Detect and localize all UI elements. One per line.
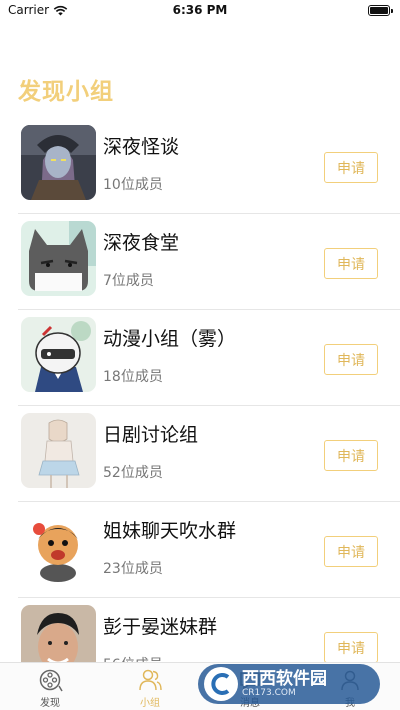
apply-button[interactable]: 申请 xyxy=(324,440,378,471)
member-count: 18位成员 xyxy=(103,369,163,385)
group-name: 姐妹聊天吹水群 xyxy=(103,520,237,542)
list-item[interactable]: 姐妹聊天吹水群 23位成员 申请 xyxy=(18,502,400,598)
tab-label: 小组 xyxy=(140,698,160,709)
apply-button[interactable]: 申请 xyxy=(324,632,378,663)
group-thumbnail xyxy=(21,317,96,392)
tab-groups[interactable]: 小组 xyxy=(100,663,200,710)
group-thumbnail xyxy=(21,509,96,584)
list-item[interactable]: 深夜怪谈 10位成员 申请 xyxy=(18,118,400,214)
group-name: 日剧讨论组 xyxy=(103,424,199,446)
watermark: 西西软件园 CR173.COM xyxy=(198,664,380,704)
watermark-subtext: CR173.COM xyxy=(242,687,296,698)
apply-button[interactable]: 申请 xyxy=(324,152,378,183)
tab-label: 发现 xyxy=(40,698,60,709)
group-list: 深夜怪谈 10位成员 申请 深夜食堂 7位成员 申请 动漫小组（雾） 18位成员… xyxy=(0,118,400,694)
group-thumbnail xyxy=(21,221,96,296)
group-icon xyxy=(139,669,162,691)
group-name: 彭于晏迷妹群 xyxy=(103,616,218,638)
list-item[interactable]: 日剧讨论组 52位成员 申请 xyxy=(18,406,400,502)
group-name: 深夜食堂 xyxy=(103,232,180,254)
watermark-text: 西西软件园 xyxy=(242,668,327,689)
apply-button[interactable]: 申请 xyxy=(324,536,378,567)
apply-button[interactable]: 申请 xyxy=(324,344,378,375)
apply-button[interactable]: 申请 xyxy=(324,248,378,279)
member-count: 23位成员 xyxy=(103,561,163,577)
status-time: 6:36 PM xyxy=(172,3,228,17)
watermark-logo-icon xyxy=(204,667,238,701)
list-item[interactable]: 动漫小组（雾） 18位成员 申请 xyxy=(18,310,400,406)
group-thumbnail xyxy=(21,125,96,200)
list-item[interactable]: 深夜食堂 7位成员 申请 xyxy=(18,214,400,310)
status-bar: Carrier 6:36 PM xyxy=(0,0,400,22)
member-count: 10位成员 xyxy=(103,177,163,193)
tab-discover[interactable]: 发现 xyxy=(0,663,100,710)
film-reel-icon xyxy=(39,669,63,692)
member-count: 52位成员 xyxy=(103,465,163,481)
group-name: 深夜怪谈 xyxy=(103,136,180,158)
page-title: 发现小组 xyxy=(18,79,114,105)
battery-icon xyxy=(368,5,393,16)
group-name: 动漫小组（雾） xyxy=(103,328,237,350)
member-count: 7位成员 xyxy=(103,273,154,289)
watermark-text-block: 西西软件园 CR173.COM xyxy=(242,668,327,698)
group-thumbnail xyxy=(21,413,96,488)
